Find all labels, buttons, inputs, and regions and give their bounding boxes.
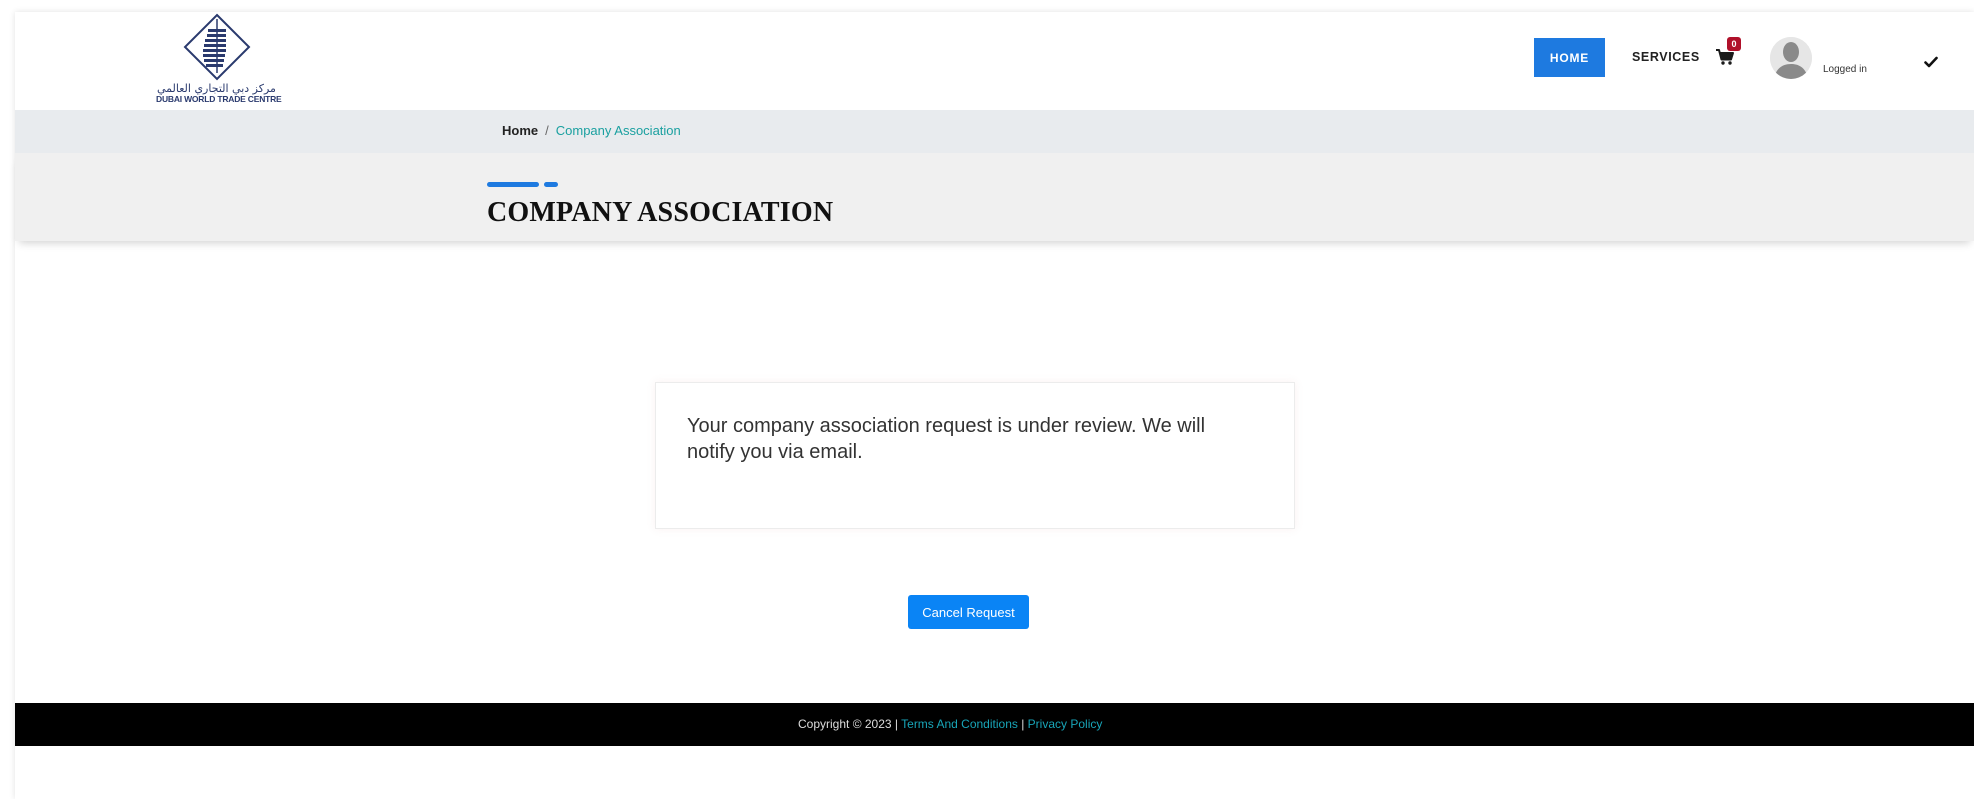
footer-divider: | (1017, 717, 1028, 731)
privacy-link[interactable]: Privacy Policy (1028, 717, 1103, 731)
breadcrumb: Home / Company Association (502, 123, 681, 138)
breadcrumb-separator: / (545, 123, 549, 138)
page-shell: مركز دبي التجاري العالمي DUBAI WORLD TRA… (15, 12, 1974, 799)
logo-english-text: DUBAI WORLD TRADE CENTRE (156, 94, 282, 104)
terms-link[interactable]: Terms And Conditions (901, 717, 1018, 731)
cart-count-badge: 0 (1727, 37, 1741, 51)
footer: Copyright © 2023 | Terms And Conditions … (15, 703, 1974, 746)
title-accent-dot (544, 182, 558, 187)
title-accent-bar (487, 182, 539, 187)
user-avatar[interactable] (1770, 37, 1812, 79)
breadcrumb-home-link[interactable]: Home (502, 123, 538, 138)
top-header: مركز دبي التجاري العالمي DUBAI WORLD TRA… (15, 12, 1974, 110)
footer-text: Copyright © 2023 | Terms And Conditions … (798, 717, 1102, 731)
user-silhouette-icon (1770, 37, 1812, 79)
cart-icon[interactable] (1715, 48, 1739, 72)
nav-services-link[interactable]: SERVICES (1632, 50, 1700, 64)
breadcrumb-current: Company Association (555, 123, 681, 138)
title-band: COMPANY ASSOCIATION (15, 153, 1974, 241)
status-message-text: Your company association request is unde… (687, 415, 1206, 463)
cancel-request-button[interactable]: Cancel Request (908, 595, 1029, 629)
breadcrumb-bar: Home / Company Association (15, 110, 1974, 153)
copyright-text: Copyright © 2023 | (798, 717, 902, 731)
site-logo[interactable]: مركز دبي التجاري العالمي DUBAI WORLD TRA… (148, 13, 288, 104)
page-title: COMPANY ASSOCIATION (487, 197, 834, 228)
checkmark-icon[interactable] (1924, 53, 1938, 68)
user-status-label: Logged in (1823, 64, 1867, 75)
status-message-card: Your company association request is unde… (655, 382, 1295, 529)
nav-home-button[interactable]: HOME (1534, 38, 1605, 77)
